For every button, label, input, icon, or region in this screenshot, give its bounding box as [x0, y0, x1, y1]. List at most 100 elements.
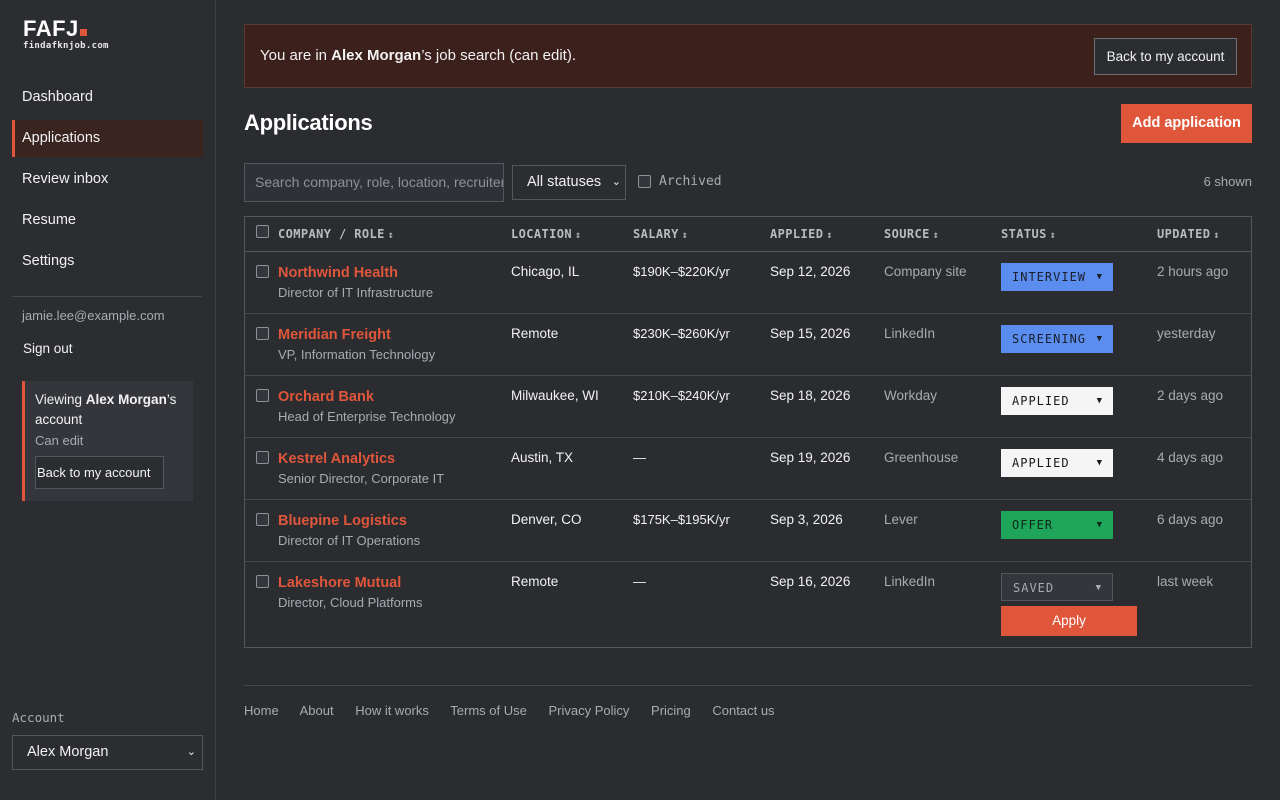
banner-suffix: ’s job search (can edit).: [421, 47, 576, 64]
sidebar-nav: Dashboard Applications Review inbox Resu…: [12, 79, 203, 284]
applications-table: COMPANY / ROLE ↕ LOCATION ↕ SALARY ↕ APPLIE…: [244, 216, 1252, 648]
status-dropdown[interactable]: INTERVIEW ▼: [1001, 263, 1113, 291]
search-input[interactable]: Search company, role, location, recruite…: [244, 163, 504, 202]
table-header: COMPANY / ROLE ↕ LOCATION ↕ SALARY ↕ APPLIE…: [245, 217, 1251, 252]
updated-cell: yesterday: [1157, 326, 1216, 341]
banner-text: You are in Alex Morgan’s job search (can…: [260, 47, 576, 64]
column-header-source[interactable]: SOURCE ↕: [884, 227, 939, 241]
sidebar-item-applications[interactable]: Applications: [12, 120, 203, 157]
status-dropdown[interactable]: SAVED ▼: [1001, 573, 1113, 601]
location-cell: Chicago, IL: [511, 264, 580, 279]
applied-cell: Sep 19, 2026: [770, 450, 851, 465]
logo-text: FAFJ: [23, 16, 79, 41]
status-label: INTERVIEW: [1012, 270, 1087, 284]
column-label: COMPANY / ROLE: [278, 227, 385, 241]
company-link[interactable]: Meridian Freight: [278, 327, 391, 343]
role-text: Senior Director, Corporate IT: [278, 471, 445, 486]
status-dropdown[interactable]: APPLIED ▼: [1001, 449, 1113, 477]
account-select[interactable]: Alex Morgan ⌄: [12, 735, 203, 770]
chevron-down-icon: ⌄: [186, 746, 196, 758]
role-text: Director of IT Operations: [278, 533, 421, 548]
source-cell: Lever: [884, 512, 918, 527]
sort-icon: ↕: [932, 230, 940, 241]
source-cell: LinkedIn: [884, 574, 936, 589]
banner-back-to-account-button[interactable]: Back to my account: [1094, 38, 1237, 75]
source-cell: LinkedIn: [884, 326, 936, 341]
row-checkbox[interactable]: [256, 513, 269, 526]
viewing-prefix: Viewing: [35, 392, 86, 407]
sidebar-item-dashboard[interactable]: Dashboard: [12, 79, 203, 116]
footer-link-terms[interactable]: Terms of Use: [450, 703, 527, 718]
archived-checkbox[interactable]: [638, 175, 651, 188]
company-link[interactable]: Kestrel Analytics: [278, 451, 395, 467]
table-row: Meridian Freight VP, Information Technol…: [245, 314, 1251, 376]
add-application-button[interactable]: Add application: [1121, 104, 1252, 143]
column-header-updated[interactable]: UPDATED ↕: [1157, 227, 1220, 241]
archived-filter[interactable]: Archived: [638, 174, 722, 189]
banner-name: Alex Morgan: [331, 47, 422, 64]
footer-link-how-it-works[interactable]: How it works: [355, 703, 429, 718]
column-header-status[interactable]: STATUS ↕: [1001, 227, 1056, 241]
banner-prefix: You are in: [260, 47, 332, 64]
company-link[interactable]: Bluepine Logistics: [278, 513, 407, 529]
table-row: Bluepine Logistics Director of IT Operat…: [245, 500, 1251, 562]
footer-link-home[interactable]: Home: [244, 703, 279, 718]
status-label: OFFER: [1012, 518, 1054, 532]
status-filter-select[interactable]: All statuses ⌄: [512, 165, 626, 200]
sidebar-item-settings[interactable]: Settings: [12, 243, 203, 280]
updated-cell: 2 days ago: [1157, 388, 1224, 403]
caret-down-icon: ▼: [1096, 520, 1103, 530]
table-row: Northwind Health Director of IT Infrastr…: [245, 252, 1251, 314]
updated-cell: 4 days ago: [1157, 450, 1224, 465]
company-link[interactable]: Northwind Health: [278, 265, 398, 281]
sort-icon: ↕: [1049, 230, 1057, 241]
table-row: Orchard Bank Head of Enterprise Technolo…: [245, 376, 1251, 438]
caret-down-icon: ▼: [1096, 458, 1103, 468]
row-checkbox[interactable]: [256, 389, 269, 402]
footer-link-about[interactable]: About: [300, 703, 334, 718]
location-cell: Milwaukee, WI: [511, 388, 599, 403]
column-header-location[interactable]: LOCATION ↕: [511, 227, 581, 241]
row-checkbox[interactable]: [256, 265, 269, 278]
company-link[interactable]: Lakeshore Mutual: [278, 575, 401, 591]
column-header-salary[interactable]: SALARY ↕: [633, 227, 688, 241]
column-header-company[interactable]: COMPANY / ROLE ↕: [278, 227, 394, 241]
apply-button[interactable]: Apply: [1001, 606, 1137, 636]
company-link[interactable]: Orchard Bank: [278, 389, 374, 405]
salary-cell: —: [633, 450, 646, 465]
user-email: jamie.lee@example.com: [22, 308, 165, 323]
logo-dot: [79, 29, 87, 36]
viewing-name: Alex Morgan: [85, 392, 167, 407]
row-checkbox[interactable]: [256, 575, 269, 588]
caret-down-icon: ▼: [1095, 583, 1102, 593]
logo[interactable]: FAFJ findafknjob.com: [23, 16, 109, 52]
footer-link-privacy[interactable]: Privacy Policy: [548, 703, 629, 718]
column-label: STATUS: [1001, 227, 1047, 241]
status-dropdown[interactable]: APPLIED ▼: [1001, 387, 1113, 415]
status-dropdown[interactable]: OFFER ▼: [1001, 511, 1113, 539]
status-filter-value: All statuses: [527, 174, 602, 190]
row-checkbox[interactable]: [256, 327, 269, 340]
sidebar-item-review-inbox[interactable]: Review inbox: [12, 161, 203, 198]
footer-link-pricing[interactable]: Pricing: [651, 703, 691, 718]
column-label: APPLIED: [770, 227, 824, 241]
updated-cell: 6 days ago: [1157, 512, 1224, 527]
applied-cell: Sep 15, 2026: [770, 326, 851, 341]
sidebar: FAFJ findafknjob.com Dashboard Applicati…: [0, 0, 216, 800]
caret-down-icon: ▼: [1096, 334, 1103, 344]
location-cell: Denver, CO: [511, 512, 582, 527]
sort-icon: ↕: [575, 230, 582, 241]
column-header-applied[interactable]: APPLIED ↕: [770, 227, 833, 241]
select-all-checkbox[interactable]: [256, 225, 269, 238]
role-text: Head of Enterprise Technology: [278, 409, 456, 424]
sort-icon: ↕: [681, 230, 689, 241]
salary-cell: $230K–$260K/yr: [633, 326, 730, 341]
footer-link-contact[interactable]: Contact us: [712, 703, 774, 718]
sidebar-back-to-account-button[interactable]: Back to my account: [35, 456, 164, 489]
sign-out-link[interactable]: Sign out: [23, 341, 73, 356]
status-dropdown[interactable]: SCREENING ▼: [1001, 325, 1113, 353]
row-checkbox[interactable]: [256, 451, 269, 464]
caret-down-icon: ▼: [1096, 272, 1103, 282]
sort-icon: ↕: [826, 230, 833, 241]
sidebar-item-resume[interactable]: Resume: [12, 202, 203, 239]
